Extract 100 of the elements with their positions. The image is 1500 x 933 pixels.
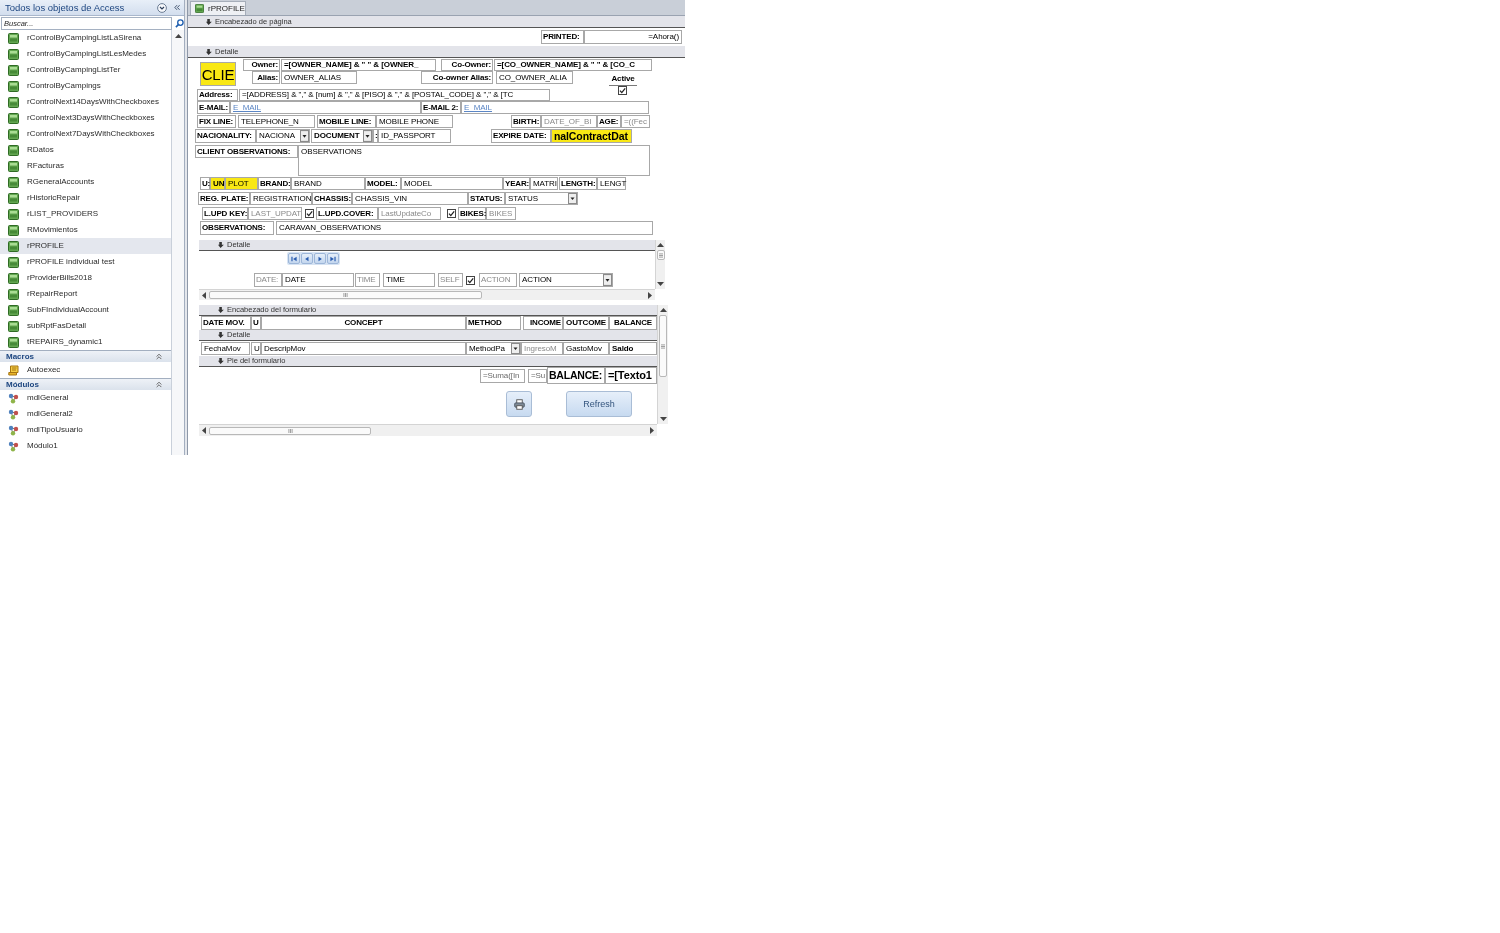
last-record-button[interactable] (327, 253, 339, 264)
field-label: CONCEPT (261, 316, 466, 330)
nav-item[interactable]: rPROFILE (0, 238, 171, 254)
report-icon (8, 128, 19, 140)
text-field[interactable]: DescripMov (261, 342, 466, 355)
text-field[interactable]: DATE_OF_BI (541, 115, 597, 128)
checkbox[interactable] (466, 276, 475, 285)
arrow-right-icon[interactable] (648, 291, 652, 299)
text-field[interactable]: BRAND (291, 177, 365, 190)
arrow-right-icon[interactable] (650, 427, 654, 434)
text-field[interactable]: MATRI (530, 177, 558, 190)
checkbox[interactable] (447, 209, 456, 218)
checkbox[interactable] (618, 86, 627, 95)
scroll-thumb[interactable] (209, 426, 371, 435)
previous-record-button[interactable] (301, 253, 313, 264)
horizontal-scrollbar[interactable] (199, 424, 657, 436)
field-label: YEAR: (503, 177, 530, 190)
dropdown-arrow-icon[interactable] (300, 130, 309, 142)
text-field[interactable]: CLIE (200, 62, 236, 86)
text-field[interactable]: =Suma([In (480, 369, 525, 383)
field-label: L.UPD.COVER: (316, 207, 378, 220)
scroll-thumb[interactable] (656, 250, 665, 260)
text-field[interactable]: CHASSIS_VIN (352, 192, 468, 205)
link-field[interactable]: E_MAIL (461, 101, 649, 114)
dropdown-field[interactable]: STATUS (505, 192, 578, 205)
scroll-thumb[interactable] (209, 291, 482, 299)
arrow-left-icon[interactable] (202, 427, 206, 434)
field-label: BIKES: (458, 207, 486, 220)
arrow-left-icon[interactable] (202, 291, 206, 299)
text-field[interactable]: PLOT (225, 177, 258, 190)
text-field[interactable]: LAST_UPDAT (248, 207, 302, 220)
text-field[interactable]: =[OWNER_NAME] & " " & [OWNER_ (281, 59, 436, 71)
field-label: SELF (438, 273, 463, 287)
scroll-thumb[interactable] (659, 315, 667, 377)
text-field[interactable]: =Ahora() (584, 30, 682, 44)
text-field[interactable]: CARAVAN_OBSERVATIONS (276, 221, 653, 235)
first-record-button[interactable] (288, 253, 300, 264)
report-icon (8, 240, 19, 252)
text-field[interactable]: REGISTRATION (250, 192, 312, 205)
print-button[interactable] (506, 391, 532, 417)
arrow-up-icon[interactable] (174, 34, 182, 38)
arrow-up-icon[interactable] (657, 243, 664, 247)
text-field[interactable]: DATE (282, 273, 354, 287)
arrow-down-icon[interactable] (657, 282, 664, 286)
field-label: MOBILE LINE: (317, 115, 376, 128)
report-icon (8, 288, 19, 300)
field-label: FIX LINE: (197, 115, 236, 128)
text-field[interactable]: LastUpdateCo (378, 207, 441, 220)
text-field[interactable]: =[Texto1 (605, 367, 657, 384)
double-chevron-left-icon[interactable] (174, 4, 180, 11)
text-field[interactable]: FechaMov (201, 342, 250, 355)
dropdown-circle-icon[interactable] (157, 2, 167, 13)
text-field[interactable]: BIKES (486, 207, 516, 220)
arrow-up-icon[interactable] (659, 308, 667, 312)
text-field[interactable]: MOBILE PHONE (376, 115, 453, 128)
dropdown-field[interactable]: DOCUMENT (311, 129, 373, 143)
field-label: Address: (197, 89, 238, 101)
text-field[interactable]: GastoMov (563, 342, 609, 355)
text-field[interactable]: OWNER_ALIAS (281, 71, 357, 84)
text-field[interactable]: =[ADDRESS] & "," & [num] & "," & [PISO] & "," & [POSTAL_CODE] & "," & [TC (239, 89, 550, 101)
dropdown-field[interactable]: NACIONA (256, 129, 310, 143)
link-field[interactable]: E_MAIL (230, 101, 421, 114)
report-icon (8, 320, 19, 332)
field-label: METHOD (466, 316, 521, 330)
double-chevron-up-icon[interactable] (156, 381, 162, 388)
refresh-button[interactable]: Refresh (566, 391, 632, 417)
group-header[interactable]: Macros (0, 350, 171, 362)
checkbox[interactable] (305, 209, 314, 218)
vertical-scrollbar[interactable] (657, 305, 668, 424)
field-label: STATUS: (468, 192, 505, 205)
arrow-down-icon[interactable] (659, 417, 667, 421)
text-field[interactable]: =[CO_OWNER_NAME] & " " & [CO_C (494, 59, 652, 71)
vertical-scrollbar[interactable] (172, 30, 184, 455)
text-field[interactable]: UN (210, 177, 225, 190)
dropdown-arrow-icon[interactable] (603, 274, 612, 286)
group-header[interactable]: Módulos (0, 378, 171, 390)
vertical-scrollbar[interactable] (655, 240, 665, 289)
text-field[interactable]: nalContractDat (551, 129, 632, 143)
text-field[interactable]: OBSERVATIONS (298, 145, 650, 176)
text-field[interactable]: Saldo (609, 342, 657, 355)
dropdown-arrow-icon[interactable] (363, 130, 372, 142)
text-field[interactable]: TIME (383, 273, 435, 287)
text-field[interactable]: LENGT (597, 177, 626, 190)
double-chevron-up-icon[interactable] (156, 353, 162, 360)
text-field[interactable]: ID_PASSPORT (378, 129, 451, 143)
text-field[interactable]: TELEPHONE_N (238, 115, 315, 128)
text-field[interactable]: =((Fec (621, 115, 650, 128)
search-icon[interactable] (175, 18, 184, 28)
horizontal-scrollbar[interactable] (199, 289, 655, 300)
triangle-left-icon (304, 255, 310, 262)
field-label: Co-Owner: (441, 59, 493, 71)
dropdown-field[interactable]: ACTION (519, 273, 613, 287)
document-tab[interactable]: rPROFILE (190, 1, 246, 15)
text-field[interactable]: =Su (528, 369, 547, 383)
next-record-button[interactable] (314, 253, 326, 264)
text-field[interactable]: MODEL (401, 177, 503, 190)
text-field[interactable]: IngresoM (521, 342, 563, 355)
dropdown-field[interactable]: MethodPa (466, 342, 521, 355)
report-icon (8, 192, 19, 204)
text-field[interactable]: CO_OWNER_ALIA (496, 71, 573, 84)
